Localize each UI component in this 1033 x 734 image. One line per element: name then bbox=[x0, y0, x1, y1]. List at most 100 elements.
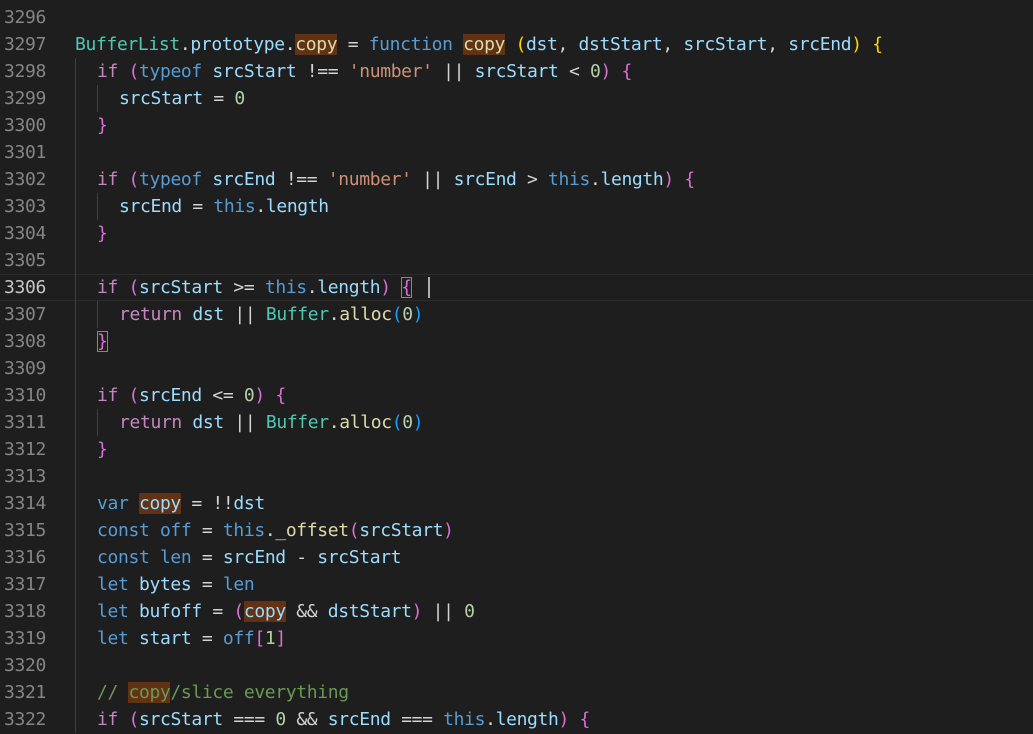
code-line[interactable]: 3316 const len = srcEnd - srcStart bbox=[0, 544, 1033, 571]
code-line[interactable]: 3296 bbox=[0, 4, 1033, 31]
code-token: if bbox=[97, 277, 118, 298]
code-token: { bbox=[579, 709, 591, 730]
code-token: } bbox=[97, 331, 108, 352]
code-token: srcStart bbox=[138, 277, 223, 298]
code-token: typeof bbox=[138, 61, 202, 82]
text-cursor bbox=[428, 277, 430, 298]
code-editor[interactable]: ' 32963297BufferList.prototype.copy = fu… bbox=[0, 0, 1033, 734]
code-text: if (srcEnd <= 0) { bbox=[97, 382, 286, 409]
code-line[interactable]: 3321 // copy/slice everything bbox=[0, 679, 1033, 706]
code-token: srcStart bbox=[683, 34, 768, 55]
indent-guide bbox=[97, 409, 98, 436]
code-token: 'number' bbox=[327, 169, 412, 190]
indent-guide bbox=[75, 247, 76, 274]
code-line[interactable]: 3307 return dst || Buffer.alloc(0) bbox=[0, 301, 1033, 328]
indent-guide bbox=[75, 706, 76, 733]
code-text: if (srcStart === 0 && srcEnd === this.le… bbox=[97, 706, 590, 733]
code-token: ( bbox=[128, 709, 139, 730]
indent-guide bbox=[75, 193, 76, 220]
code-token: . bbox=[589, 169, 601, 190]
code-token: ] bbox=[275, 628, 286, 649]
find-match-highlight: copy bbox=[138, 493, 181, 514]
code-token: [ bbox=[254, 628, 265, 649]
line-number: 3307 bbox=[4, 304, 46, 325]
code-token: || bbox=[422, 601, 465, 622]
code-token: length bbox=[317, 277, 381, 298]
code-token: dst bbox=[233, 493, 265, 514]
code-line[interactable]: 3308} bbox=[0, 328, 1033, 355]
line-number: 3302 bbox=[4, 169, 46, 190]
code-line[interactable]: 3305 bbox=[0, 247, 1033, 274]
code-token: . bbox=[284, 34, 296, 55]
code-line[interactable]: 3309 bbox=[0, 355, 1033, 382]
code-token: , bbox=[557, 34, 579, 55]
code-text: const len = srcEnd - srcStart bbox=[97, 544, 402, 571]
code-line[interactable]: 3311 return dst || Buffer.alloc(0) bbox=[0, 409, 1033, 436]
code-line[interactable]: 3319 let start = off[1] bbox=[0, 625, 1033, 652]
code-token: || bbox=[223, 304, 266, 325]
code-token: < bbox=[558, 61, 590, 82]
code-line[interactable]: 3304} bbox=[0, 220, 1033, 247]
line-number: 3300 bbox=[4, 115, 46, 136]
code-line[interactable]: 3303 srcEnd = this.length bbox=[0, 193, 1033, 220]
line-number: 3298 bbox=[4, 61, 46, 82]
code-token: , bbox=[767, 34, 789, 55]
code-line[interactable]: 3297 BufferList.prototype.copy = function… bbox=[0, 31, 1033, 58]
code-line[interactable]: 3322 if (srcStart === 0 && srcEnd === thi… bbox=[0, 706, 1033, 733]
code-token: || bbox=[432, 61, 475, 82]
code-text: let bytes = len bbox=[97, 571, 255, 598]
line-number: 3301 bbox=[4, 142, 46, 163]
code-line[interactable]: 3320 bbox=[0, 652, 1033, 679]
code-text: srcEnd = this.length bbox=[119, 193, 329, 220]
code-line[interactable]: 3300} bbox=[0, 112, 1033, 139]
line-number: 3312 bbox=[4, 439, 46, 460]
code-line[interactable]: 3315 const off = this._offset(srcStart) bbox=[0, 517, 1033, 544]
indent-guide bbox=[75, 409, 76, 436]
code-line[interactable]: 3302 if (typeof srcEnd !== 'number' || sr… bbox=[0, 166, 1033, 193]
code-line[interactable]: 3299 srcStart = 0 bbox=[0, 85, 1033, 112]
code-token: BufferList bbox=[75, 34, 180, 55]
code-line[interactable]: 3301 bbox=[0, 139, 1033, 166]
code-token: length bbox=[495, 709, 559, 730]
code-token: function bbox=[368, 34, 453, 55]
code-token: len bbox=[159, 547, 192, 568]
code-token: = bbox=[337, 34, 369, 55]
code-token: 'number' bbox=[348, 61, 433, 82]
code-line[interactable]: 3314 var copy = !!dst bbox=[0, 490, 1033, 517]
code-token: ) bbox=[412, 304, 424, 325]
code-token: { bbox=[872, 34, 883, 55]
code-line[interactable]: 3306 if (srcStart >= this.length) { bbox=[0, 274, 1033, 301]
code-token: this bbox=[443, 709, 486, 730]
code-text: return dst || Buffer.alloc(0) bbox=[119, 301, 424, 328]
indent-guide bbox=[75, 301, 76, 328]
line-number: 3322 bbox=[4, 709, 46, 730]
line-number: 3319 bbox=[4, 628, 46, 649]
code-text: return dst || Buffer.alloc(0) bbox=[119, 409, 424, 436]
code-line[interactable]: 3298 if (typeof srcStart !== 'number' || … bbox=[0, 58, 1033, 85]
code-token: ) bbox=[851, 34, 862, 55]
code-token: - bbox=[285, 547, 318, 568]
code-line[interactable]: 3318 let bufoff = (copy && dstStart) || 0 bbox=[0, 598, 1033, 625]
code-token: && bbox=[285, 709, 328, 730]
code-line[interactable]: 3317 let bytes = len bbox=[0, 571, 1033, 598]
code-text: let start = off[1] bbox=[97, 625, 286, 652]
code-text: BufferList.prototype.copy = function cop… bbox=[75, 31, 883, 58]
code-token: } bbox=[97, 223, 108, 244]
code-text: let bufoff = (copy && dstStart) || 0 bbox=[97, 598, 475, 625]
line-number: 3321 bbox=[4, 682, 46, 703]
code-token: === bbox=[390, 709, 444, 730]
line-number: 3314 bbox=[4, 493, 46, 514]
code-line[interactable]: 3310 if (srcEnd <= 0) { bbox=[0, 382, 1033, 409]
line-number: 3309 bbox=[4, 358, 46, 379]
code-token: ( bbox=[348, 520, 360, 541]
code-line[interactable]: 3313 bbox=[0, 463, 1033, 490]
code-line[interactable]: 3312} bbox=[0, 436, 1033, 463]
line-number: 3304 bbox=[4, 223, 46, 244]
find-match-highlight: copy bbox=[243, 601, 286, 622]
line-number: 3315 bbox=[4, 520, 46, 541]
